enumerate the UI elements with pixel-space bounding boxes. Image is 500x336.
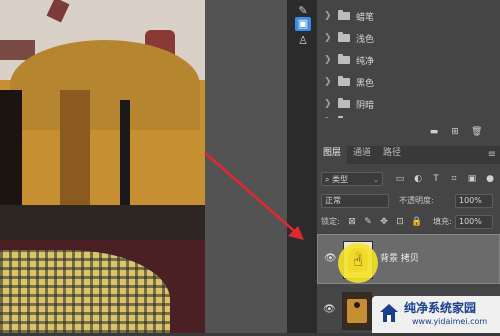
chevron-down-icon: ⌄ [373,176,379,184]
chevron-right-icon[interactable]: ❯ [324,117,334,118]
lock-row: 锁定: ⊠ ✎ ✥ ⊡ 🔒 填充: 100% [317,215,500,231]
blend-row: 正常 不透明度: 100% [317,194,500,210]
right-panel: ❯ 蜡笔 ❯ 浅色 ❯ 纯净 ❯ 黑色 ❯ 阴暗 ❯ 浅色 [317,0,500,333]
swatch-bottom-bar: ▬ ⊞ 🗑 [317,125,500,139]
swatch-group-label: 黑色 [356,78,375,89]
search-icon: ⌕ [325,175,330,184]
tab-channels[interactable]: 通道 [347,146,377,164]
opacity-label: 不透明度: [399,196,434,205]
chevron-right-icon[interactable]: ❯ [324,77,334,87]
lock-all-icon[interactable]: 🔒 [411,216,422,228]
stamp-icon[interactable]: ▣ [295,17,311,31]
layer-filter-row: ⌕ 类型 ⌄ ▭ ◐ T ⌗ ▣ ● [317,172,500,188]
filter-kind-value: 类型 [332,175,349,184]
chevron-right-icon[interactable]: ❯ [324,11,334,21]
type-filter-icon[interactable]: T [431,173,441,185]
new-swatch-icon[interactable]: ⊞ [450,127,460,137]
note-icon[interactable]: ✎ [295,4,311,18]
swatch-group-label: 蜡笔 [356,12,375,23]
photo-arch [10,40,200,130]
swatch-group-label: 浅色 [356,116,374,119]
swatch-group-item[interactable]: ❯ 阴暗 [317,94,500,114]
lock-move-icon[interactable]: ✥ [379,216,389,228]
folder-icon [338,76,350,86]
layers-panel-tabs: 图层 通道 路径 ≡ [317,146,500,164]
eye-icon[interactable]: 👁 [323,305,336,315]
fill-value: 100% [459,217,482,226]
folder-icon [338,10,350,20]
hand-cursor-icon: ☝ [353,251,363,270]
filter-toggle-icon[interactable]: ● [485,173,495,185]
tab-paths[interactable]: 路径 [377,146,407,164]
layer-row-background-copy[interactable]: 👁 ☝ 背景 拷贝 [317,234,500,284]
blend-mode-value: 正常 [325,196,341,205]
swatch-group-label: 浅色 [356,34,375,45]
swatch-group-item[interactable]: ❯ 浅色 [317,28,500,48]
fill-field[interactable]: 100% [455,215,493,229]
lock-transparent-icon[interactable]: ⊠ [347,216,357,228]
image-filter-icon[interactable]: ▭ [395,173,405,185]
swatch-group-item[interactable]: ❯ 蜡笔 [317,6,500,26]
swatch-group-label: 阴暗 [356,100,375,111]
photo-sofa [0,205,205,245]
watermark-url: www.yidaimei.com [412,317,488,326]
swatch-group-item[interactable]: ❯ 纯净 [317,50,500,70]
folder-icon [338,32,350,42]
folder-icon[interactable]: ▬ [429,127,439,137]
blend-mode-select[interactable]: 正常 [321,194,389,208]
tab-layers[interactable]: 图层 [317,146,348,164]
house-logo-icon [380,304,398,322]
chevron-right-icon[interactable]: ❯ [324,55,334,65]
opacity-value: 100% [459,196,482,205]
chevron-right-icon[interactable]: ❯ [324,99,334,109]
watermark: 纯净系统家园 www.yidaimei.com [372,296,500,333]
folder-icon [338,54,350,64]
eye-icon[interactable]: 👁 [324,254,337,264]
layer-name: 背景 拷贝 [380,254,419,264]
side-toolbar: ✎ ▣ ♙ [287,0,317,333]
puppet-warp-icon[interactable]: ♙ [295,34,311,48]
filter-kind-select[interactable]: ⌕ 类型 ⌄ [321,172,383,186]
canvas-photo [0,0,205,333]
chevron-right-icon[interactable]: ❯ [324,33,334,43]
shape-filter-icon[interactable]: ⌗ [449,173,459,185]
fill-label: 填充: [433,217,452,226]
adjustment-filter-icon[interactable]: ◐ [413,173,423,185]
smart-object-filter-icon[interactable]: ▣ [467,173,477,185]
pasteboard-area [205,0,287,333]
lock-artboard-icon[interactable]: ⊡ [395,216,405,228]
lock-paint-icon[interactable]: ✎ [363,216,373,228]
swatch-group-item[interactable]: ❯ 浅色 [317,112,500,118]
swatch-groups-list: ❯ 蜡笔 ❯ 浅色 ❯ 纯净 ❯ 黑色 ❯ 阴暗 ❯ 浅色 [317,0,500,118]
panel-menu-icon[interactable]: ≡ [488,149,496,160]
folder-icon [338,98,350,108]
lock-label: 锁定: [321,217,340,226]
opacity-field[interactable]: 100% [455,194,493,208]
layer-thumbnail [342,292,372,330]
watermark-title: 纯净系统家园 [404,301,477,315]
swatch-group-label: 纯净 [356,56,375,67]
trash-icon[interactable]: 🗑 [471,127,482,137]
swatch-group-item[interactable]: ❯ 黑色 [317,72,500,92]
